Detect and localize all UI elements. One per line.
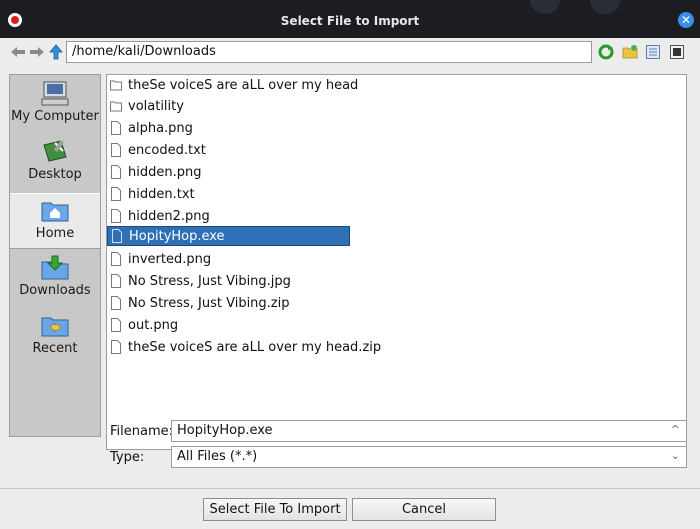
refresh-icon[interactable] [598,44,614,60]
chevron-down-icon[interactable]: ⌄ [671,449,680,462]
document-icon [111,318,121,332]
file-row[interactable]: alpha.png [107,118,193,138]
details-view-icon[interactable] [669,44,685,60]
file-row[interactable]: hidden2.png [107,206,210,226]
file-row[interactable]: hidden.png [107,162,201,182]
desktop-decoration [590,0,620,14]
file-name: HopityHop.exe [129,228,225,244]
desktop-icon [41,139,69,165]
folder-row[interactable]: theSe voiceS are aLL over my head [107,75,358,95]
sidebar-item-home[interactable]: Home [10,193,100,249]
sidebar-item-label: Downloads [19,283,91,298]
sidebar-item-label: Recent [32,341,78,356]
sidebar-item-recent[interactable]: Recent [10,309,100,365]
document-icon [111,274,121,288]
file-name: inverted.png [128,251,212,267]
desktop-decoration [530,0,560,14]
close-window-button[interactable]: ✕ [678,12,694,28]
file-name: No Stress, Just Vibing.jpg [128,273,291,289]
file-type-value: All Files (*.*) [177,449,258,464]
filename-input[interactable]: HopityHop.exe ^ [171,420,687,442]
sidebar-item-my-computer[interactable]: My Computer [10,77,100,133]
filename-label: Filename: [110,424,174,439]
file-row[interactable]: inverted.png [107,249,211,269]
type-label: Type: [110,450,145,465]
file-row[interactable]: hidden.txt [107,184,195,204]
document-icon [111,209,121,223]
recent-folder-icon [41,313,69,339]
file-row[interactable]: No Stress, Just Vibing.jpg [107,271,291,291]
sidebar-item-label: Desktop [28,167,82,182]
back-arrow-icon[interactable] [10,44,26,60]
folder-icon [110,80,122,91]
file-row[interactable]: out.png [107,315,178,335]
home-folder-icon [41,198,69,224]
file-name: volatility [128,98,184,114]
file-type-select[interactable]: All Files (*.*) ⌄ [171,446,687,468]
file-row[interactable]: No Stress, Just Vibing.zip [107,293,290,313]
file-name: hidden.txt [128,186,195,202]
document-icon [111,340,121,354]
document-icon [111,165,121,179]
sidebar-item-downloads[interactable]: Downloads [10,251,100,307]
file-dialog: /home/kali/Downloads My Computer Desktop [0,38,700,529]
document-icon [112,229,122,243]
filename-value: HopityHop.exe [177,423,273,438]
cancel-button[interactable]: Cancel [352,498,496,521]
window-title: Select File to Import [280,14,420,28]
chevron-up-icon[interactable]: ^ [671,423,680,436]
path-input[interactable]: /home/kali/Downloads [66,41,592,63]
path-toolbar: /home/kali/Downloads [0,38,700,66]
file-name: hidden.png [128,164,202,180]
file-name: theSe voiceS are aLL over my head [128,77,359,93]
file-name: hidden2.png [128,208,210,224]
file-row[interactable]: theSe voiceS are aLL over my head.zip [107,337,381,357]
document-icon [111,252,121,266]
file-rows: theSe voiceS are aLL over my head volati… [106,74,687,450]
forward-arrow-icon[interactable] [29,44,45,60]
file-name: encoded.txt [128,142,206,158]
places-sidebar: My Computer Desktop Home Downloads Recen… [9,74,101,437]
document-icon [111,121,121,135]
new-folder-icon[interactable] [622,44,638,60]
computer-icon [41,81,69,107]
document-icon [111,187,121,201]
file-name: alpha.png [128,120,193,136]
document-icon [111,143,121,157]
sidebar-item-desktop[interactable]: Desktop [10,135,100,191]
window-titlebar: Select File to Import ✕ [0,0,700,38]
downloads-folder-icon [41,255,69,281]
file-name: out.png [128,317,179,333]
folder-icon [110,101,122,112]
document-icon [111,296,121,310]
select-file-import-button[interactable]: Select File To Import [203,498,347,521]
file-name: No Stress, Just Vibing.zip [128,295,290,311]
file-name: theSe voiceS are aLL over my head.zip [128,339,382,355]
sidebar-item-label: Home [35,226,75,241]
divider [0,488,700,489]
file-row-selected[interactable]: HopityHop.exe [107,226,350,246]
folder-row[interactable]: volatility [107,96,184,116]
up-directory-icon[interactable] [48,44,64,60]
file-row[interactable]: encoded.txt [107,140,206,160]
list-view-icon[interactable] [645,44,661,60]
sidebar-item-label: My Computer [11,109,99,124]
